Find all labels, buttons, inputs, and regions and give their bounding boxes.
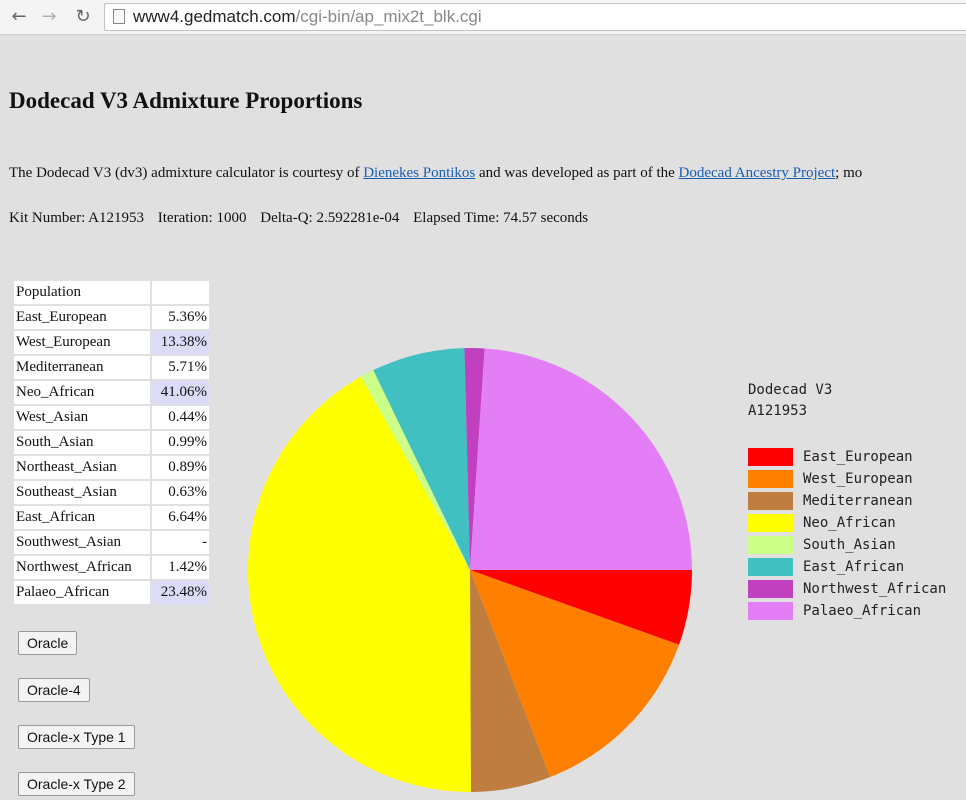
population-value: 0.89% [152,456,209,479]
delta-q: Delta-Q: 2.592281e-04 [260,210,400,226]
population-name: West_European [14,331,150,354]
intro-paragraph: The Dodecad V3 (dv3) admixture calculato… [9,165,862,182]
legend-swatch [748,602,793,620]
population-value: 1.42% [152,556,209,579]
legend-label: Mediterranean [803,493,913,509]
table-header-row: Population [14,281,209,304]
table-row: Northeast_Asian 0.89% [14,456,209,479]
oracle-x-type-2-button[interactable]: Oracle-x Type 2 [18,772,135,796]
population-name: South_Asian [14,431,150,454]
legend-label: East_European [803,449,913,465]
population-value: 23.48% [152,581,209,604]
population-name: Palaeo_African [14,581,150,604]
browser-toolbar: ← → ↻ www4.gedmatch.com/cgi-bin/ap_mix2t… [0,0,966,35]
legend-swatch [748,470,793,488]
table-row: Mediterranean 5.71% [14,356,209,379]
page-icon [113,9,125,24]
population-value: 0.44% [152,406,209,429]
table-row: Northwest_African 1.42% [14,556,209,579]
forward-arrow-icon[interactable]: → [38,6,60,28]
url-host: www4.gedmatch.com [133,7,296,26]
population-name: Northeast_Asian [14,456,150,479]
dienekes-pontikos-link[interactable]: Dienekes Pontikos [363,165,475,181]
legend-label: Palaeo_African [803,603,922,619]
elapsed-time: Elapsed Time: 74.57 seconds [413,210,589,226]
url-path: /cgi-bin/ap_mix2t_blk.cgi [295,7,482,26]
table-row: West_European 13.38% [14,331,209,354]
legend-label: Neo_African [803,515,896,531]
table-row: South_Asian 0.99% [14,431,209,454]
chart-legend: Dodecad V3 A121953 East_European West_Eu… [748,380,946,620]
legend-label: Northwest_African [803,581,947,597]
legend-swatch [748,536,793,554]
kit-number: Kit Number: A121953 [9,210,144,226]
intro-text-middle: and was developed as part of the [475,165,679,181]
iteration: Iteration: 1000 [157,210,247,226]
population-name: Mediterranean [14,356,150,379]
back-arrow-icon[interactable]: ← [8,6,30,28]
legend-swatch [748,492,793,510]
page-title: Dodecad V3 Admixture Proportions [9,88,363,113]
legend-label: South_Asian [803,537,896,553]
table-row: Palaeo_African 23.48% [14,581,209,604]
legend-swatch [748,448,793,466]
table-row: Southwest_Asian - [14,531,209,554]
pie-slice-palaeo-african [470,348,692,570]
table-row: East_European 5.36% [14,306,209,329]
admixture-pie-chart [247,347,692,793]
table-header-population: Population [14,281,150,304]
oracle-button[interactable]: Oracle [18,631,78,655]
dodecad-project-link[interactable]: Dodecad Ancestry Project [679,165,836,181]
population-value: 5.71% [152,356,209,379]
population-value: 41.06% [152,381,209,404]
reload-icon[interactable]: ↻ [72,6,94,28]
population-name: Southwest_Asian [14,531,150,554]
table-row: East_African 6.64% [14,506,209,529]
population-value: 0.99% [152,431,209,454]
legend-swatch [748,580,793,598]
legend-kit: A121953 [748,403,808,419]
population-name: West_Asian [14,406,150,429]
population-name: East_African [14,506,150,529]
table-header-value [152,281,209,304]
kit-info: Kit Number: A121953 Iteration: 1000 Delt… [9,210,598,227]
population-value: 0.63% [152,481,209,504]
table-row: Southeast_Asian 0.63% [14,481,209,504]
population-value: 5.36% [152,306,209,329]
legend-label: West_European [803,471,913,487]
population-name: Neo_African [14,381,150,404]
population-value: 13.38% [152,331,209,354]
legend-title: Dodecad V3 [748,382,833,398]
table-row: Neo_African 41.06% [14,381,209,404]
population-value: - [152,531,209,554]
legend-swatch [748,558,793,576]
oracle-x-type-1-button[interactable]: Oracle-x Type 1 [18,725,135,749]
legend-swatch [748,514,793,532]
population-value: 6.64% [152,506,209,529]
population-name: Southeast_Asian [14,481,150,504]
population-name: East_European [14,306,150,329]
legend-label: East_African [803,559,905,575]
population-table: Population East_European 5.36% West_Europ… [12,279,211,606]
intro-text-before: The Dodecad V3 (dv3) admixture calculato… [9,165,364,181]
table-row: West_Asian 0.44% [14,406,209,429]
population-name: Northwest_African [14,556,150,579]
address-bar[interactable]: www4.gedmatch.com/cgi-bin/ap_mix2t_blk.c… [104,3,966,31]
oracle-4-button[interactable]: Oracle-4 [18,678,90,702]
intro-text-after: ; mo [835,165,863,181]
